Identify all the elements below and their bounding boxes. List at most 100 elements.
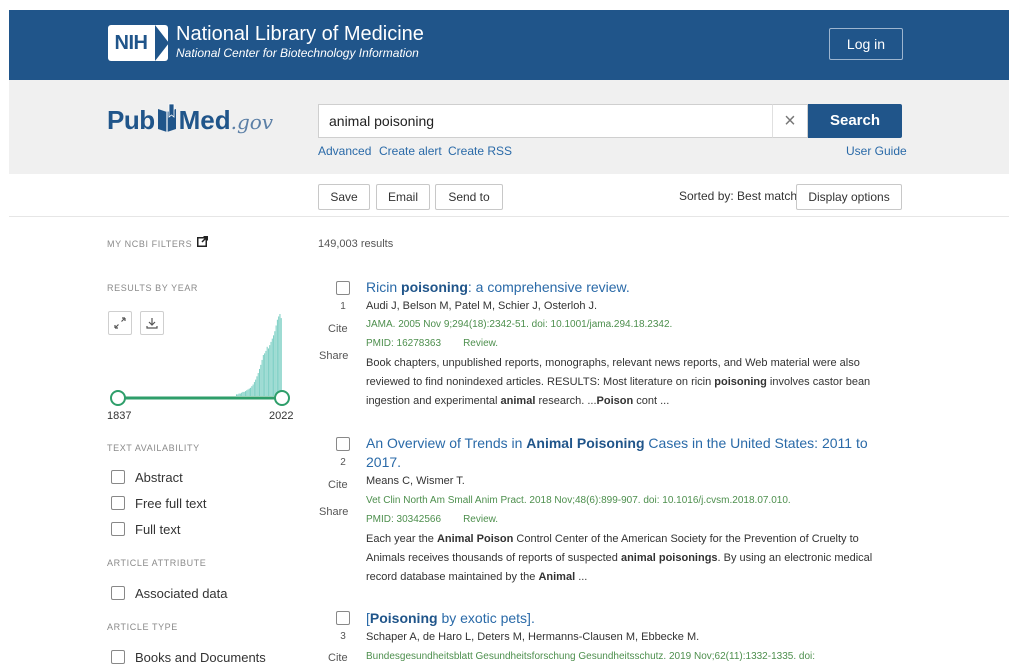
cite-button[interactable]: Cite: [328, 479, 348, 491]
histogram-bar[interactable]: [251, 386, 253, 396]
nlm-subtitle: National Center for Biotechnology Inform…: [176, 46, 419, 60]
full-text-label[interactable]: Full text: [135, 522, 181, 537]
histogram-bar[interactable]: [259, 368, 261, 396]
histogram-bar[interactable]: [250, 387, 252, 396]
my-ncbi-filters-heading[interactable]: MY NCBI FILTERS: [107, 239, 192, 249]
histogram-bar[interactable]: [260, 364, 262, 396]
result-title-link[interactable]: Ricin poisoning: a comprehensive review.: [366, 278, 886, 297]
save-button[interactable]: Save: [318, 184, 370, 210]
pubmed-logo-med: Med: [178, 105, 231, 135]
result-citation: JAMA. 2005 Nov 9;294(18):2342-51. doi: 1…: [366, 319, 673, 330]
year-slider-start[interactable]: [110, 390, 126, 406]
article-attribute-heading: ARTICLE ATTRIBUTE: [107, 558, 207, 568]
histogram-bar[interactable]: [253, 382, 255, 396]
free-full-text-checkbox[interactable]: [111, 496, 125, 510]
pubmed-logo-pub: Pub: [107, 105, 155, 135]
histogram-bar[interactable]: [242, 391, 244, 396]
result-title-link[interactable]: An Overview of Trends in Animal Poisonin…: [366, 434, 886, 472]
sort-selector[interactable]: Sorted by: Best match: [679, 189, 797, 203]
histogram-bar[interactable]: [244, 391, 246, 396]
histogram-bar[interactable]: [255, 379, 257, 396]
email-button[interactable]: Email: [376, 184, 430, 210]
result-checkbox[interactable]: [336, 437, 350, 451]
result-citation: Vet Clin North Am Small Anim Pract. 2018…: [366, 495, 791, 506]
associated-data-checkbox[interactable]: [111, 586, 125, 600]
search-input[interactable]: [318, 104, 772, 138]
advanced-link[interactable]: Advanced: [318, 144, 371, 158]
free-full-text-label[interactable]: Free full text: [135, 496, 207, 511]
year-slider-end[interactable]: [274, 390, 290, 406]
share-button[interactable]: Share: [319, 506, 348, 518]
histogram-bar[interactable]: [265, 350, 267, 396]
article-type-heading: ARTICLE TYPE: [107, 622, 178, 632]
divider: [9, 216, 1009, 217]
results-by-year-heading: RESULTS BY YEAR: [107, 283, 199, 293]
histogram-bar[interactable]: [266, 346, 268, 396]
result-authors: Schaper A, de Haro L, Deters M, Hermanns…: [366, 631, 700, 643]
cite-button[interactable]: Cite: [328, 323, 348, 335]
result-number: 3: [340, 631, 346, 642]
histogram-bar[interactable]: [247, 389, 249, 396]
cite-button[interactable]: Cite: [328, 652, 348, 664]
result-checkbox[interactable]: [336, 611, 350, 625]
histogram-bar[interactable]: [278, 316, 280, 396]
nih-logo[interactable]: NIH: [108, 25, 169, 61]
result-title-link[interactable]: [Poisoning by exotic pets].: [366, 609, 886, 628]
histogram-bars: [236, 314, 282, 396]
books-documents-checkbox[interactable]: [111, 650, 125, 664]
pmid-text: PMID: 16278363: [366, 338, 442, 349]
histogram-bar[interactable]: [239, 393, 241, 396]
histogram-bar[interactable]: [236, 394, 238, 396]
histogram-bar[interactable]: [269, 345, 271, 396]
result-number: 2: [340, 457, 346, 468]
create-alert-link[interactable]: Create alert: [379, 144, 442, 158]
send-to-button[interactable]: Send to: [435, 184, 503, 210]
histogram-bar[interactable]: [275, 325, 277, 396]
associated-data-label[interactable]: Associated data: [135, 586, 228, 601]
book-icon: [157, 103, 176, 132]
publication-type: Review.: [463, 514, 499, 525]
histogram-bar[interactable]: [237, 394, 239, 396]
display-options-button[interactable]: Display options: [796, 184, 902, 210]
histogram-bar[interactable]: [248, 388, 250, 396]
histogram-bar[interactable]: [279, 314, 281, 396]
results-count: 149,003 results: [318, 238, 394, 250]
histogram-bar[interactable]: [267, 348, 269, 396]
histogram-bar[interactable]: [271, 338, 273, 396]
clear-search-button[interactable]: ×: [772, 104, 808, 138]
histogram-bar[interactable]: [274, 331, 276, 396]
abstract-label[interactable]: Abstract: [135, 470, 183, 485]
histogram-bar[interactable]: [280, 318, 282, 396]
result-checkbox[interactable]: [336, 281, 350, 295]
login-button[interactable]: Log in: [829, 28, 903, 60]
histogram-bar[interactable]: [252, 384, 254, 396]
histogram-bar[interactable]: [276, 319, 278, 396]
user-guide-link[interactable]: User Guide: [846, 144, 907, 158]
histogram-bar[interactable]: [257, 373, 259, 396]
histogram-bar[interactable]: [241, 392, 243, 396]
histogram-bar[interactable]: [261, 359, 263, 396]
result-authors: Audi J, Belson M, Patel M, Schier J, Ost…: [366, 300, 598, 312]
nlm-title[interactable]: National Library of Medicine: [176, 23, 424, 46]
histogram-bar[interactable]: [262, 355, 264, 396]
year-histogram[interactable]: [108, 300, 294, 408]
histogram-bar[interactable]: [238, 393, 240, 396]
search-button[interactable]: Search: [808, 104, 902, 138]
histogram-bar[interactable]: [256, 376, 258, 396]
histogram-bar[interactable]: [270, 341, 272, 396]
histogram-bar[interactable]: [273, 335, 275, 396]
year-start-label: 1837: [107, 410, 132, 422]
external-link-icon[interactable]: [197, 236, 208, 247]
full-text-checkbox[interactable]: [111, 522, 125, 536]
share-button[interactable]: Share: [319, 350, 348, 362]
histogram-bar[interactable]: [246, 390, 248, 396]
abstract-checkbox[interactable]: [111, 470, 125, 484]
pubmed-logo[interactable]: Pub Med.gov: [107, 103, 273, 137]
pubmed-logo-gov: .gov: [230, 110, 274, 134]
publication-type: Review.: [463, 338, 499, 349]
create-rss-link[interactable]: Create RSS: [448, 144, 512, 158]
histogram-bar[interactable]: [264, 353, 266, 396]
close-icon: ×: [784, 110, 796, 132]
histogram-bar[interactable]: [243, 391, 245, 396]
result-snippet: Each year the Animal Poison Control Cent…: [366, 533, 873, 583]
